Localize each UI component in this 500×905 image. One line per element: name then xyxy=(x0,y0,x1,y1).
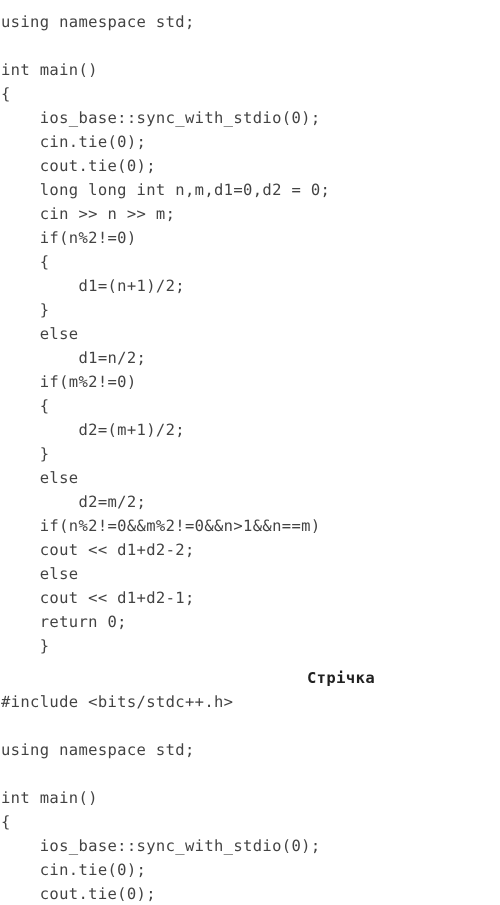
code-top-line: else xyxy=(1,325,79,343)
code-bottom-line: { xyxy=(1,813,11,831)
code-top-line: if(m%2!=0) xyxy=(1,373,137,391)
code-top-line: d1=n/2; xyxy=(1,349,147,367)
code-top-line: else xyxy=(1,469,79,487)
code-top-line: d2=(m+1)/2; xyxy=(1,421,185,439)
code-top-line: if(n%2!=0) xyxy=(1,229,137,247)
code-top-line: ios_base::sync_with_stdio(0); xyxy=(1,109,321,127)
document-page: using namespace std; int main() { ios_bas… xyxy=(0,0,500,905)
code-top-line: } xyxy=(1,637,50,655)
code-top-line: int main() xyxy=(1,61,98,79)
code-top-line: { xyxy=(1,85,11,103)
code-top-line: cin.tie(0); xyxy=(1,133,147,151)
code-top-line: d2=m/2; xyxy=(1,493,147,511)
code-bottom-line: cin.tie(0); xyxy=(1,861,147,879)
code-top-line: cout.tie(0); xyxy=(1,157,156,175)
code-bottom-line: #include <bits/stdc++.h> xyxy=(1,693,234,711)
section-heading: Стрічка xyxy=(306,669,376,687)
code-bottom-line: ios_base::sync_with_stdio(0); xyxy=(1,837,321,855)
code-top-line: using namespace std; xyxy=(1,13,195,31)
code-top-line: cout << d1+d2-2; xyxy=(1,541,195,559)
code-top-line: long long int n,m,d1=0,d2 = 0; xyxy=(1,181,331,199)
code-bottom-line xyxy=(0,762,500,786)
code-top-line: { xyxy=(1,397,50,415)
code-block-bottom: #include <bits/stdc++.h> using namespace… xyxy=(0,690,500,905)
code-top-line: if(n%2!=0&&m%2!=0&&n>1&&n==m) xyxy=(1,517,321,535)
code-top-line: cout << d1+d2-1; xyxy=(1,589,195,607)
code-bottom-line: int main() xyxy=(1,789,98,807)
code-top-line xyxy=(0,34,500,58)
code-top-line: d1=(n+1)/2; xyxy=(1,277,185,295)
code-top-line: else xyxy=(1,565,79,583)
code-bottom-line: cout.tie(0); xyxy=(1,885,156,903)
code-top-line: { xyxy=(1,253,50,271)
code-bottom-line xyxy=(0,714,500,738)
code-top-line: } xyxy=(1,445,50,463)
code-bottom-line: using namespace std; xyxy=(1,741,195,759)
code-block-top: using namespace std; int main() { ios_bas… xyxy=(0,10,500,658)
code-top-line: return 0; xyxy=(1,613,127,631)
code-top-line: } xyxy=(1,301,50,319)
code-top-line: cin >> n >> m; xyxy=(1,205,176,223)
